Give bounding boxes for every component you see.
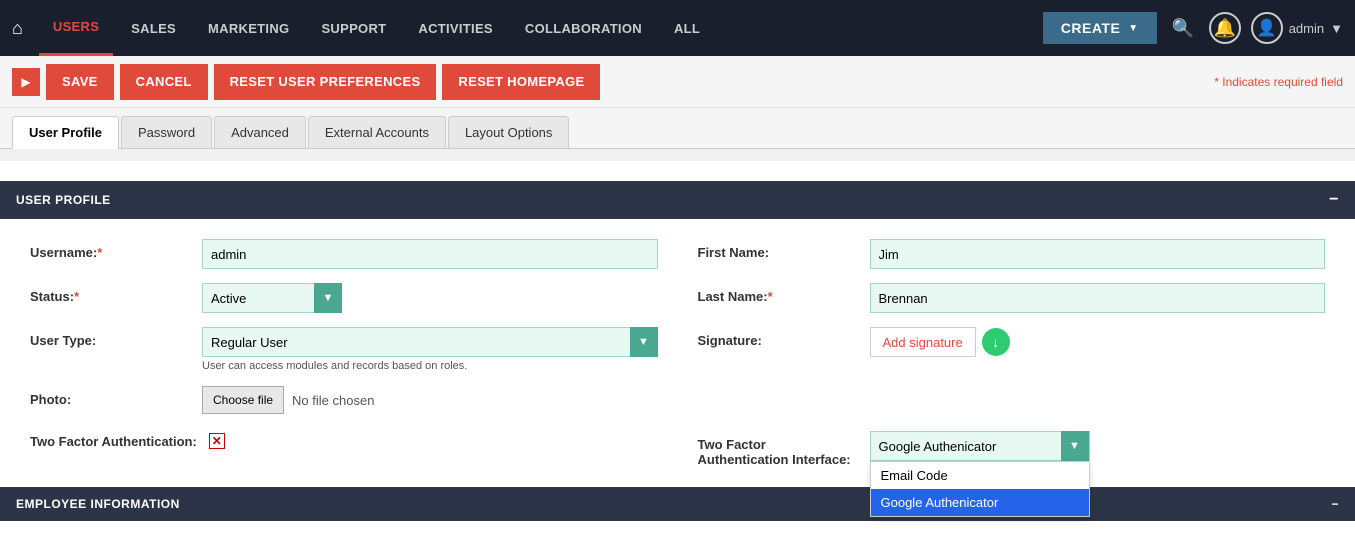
form-right-column: First Name: Last Name:* Signat bbox=[698, 239, 1326, 467]
first-name-label: First Name: bbox=[698, 239, 858, 260]
create-label: CREATE bbox=[1061, 20, 1121, 36]
tfa-option-email-code[interactable]: Email Code bbox=[871, 462, 1089, 489]
first-name-row: First Name: bbox=[698, 239, 1326, 269]
top-navigation: ⌂ USERS SALES MARKETING SUPPORT ACTIVITI… bbox=[0, 0, 1355, 56]
last-name-input[interactable] bbox=[870, 283, 1326, 313]
tab-password[interactable]: Password bbox=[121, 116, 212, 148]
play-button[interactable]: ▶ bbox=[12, 68, 40, 96]
photo-row: Photo: Choose file No file chosen bbox=[30, 386, 658, 414]
nav-item-sales[interactable]: SALES bbox=[117, 0, 190, 56]
choose-file-button[interactable]: Choose file bbox=[202, 386, 284, 414]
nav-item-all[interactable]: ALL bbox=[660, 0, 714, 56]
user-type-help-text: User can access modules and records base… bbox=[202, 360, 658, 372]
tfa-dropdown-list: Email Code Google Authenicator bbox=[870, 461, 1090, 517]
tab-advanced[interactable]: Advanced bbox=[214, 116, 306, 148]
reset-user-preferences-button[interactable]: RESET USER PREFERENCES bbox=[214, 64, 437, 100]
tfa-selected-value: Google Authenicator bbox=[879, 439, 997, 454]
action-bar: ▶ SAVE CANCEL RESET USER PREFERENCES RES… bbox=[0, 56, 1355, 108]
employee-info-section-title: EMPLOYEE INFORMATION bbox=[16, 497, 180, 511]
download-icon[interactable]: ↓ bbox=[982, 328, 1010, 356]
tab-layout-options[interactable]: Layout Options bbox=[448, 116, 569, 148]
signature-control: Add signature ↓ bbox=[870, 327, 1326, 357]
tfa-select-arrow-icon: ▼ bbox=[1061, 431, 1089, 461]
username-row: Username:* bbox=[30, 239, 658, 269]
first-name-input[interactable] bbox=[870, 239, 1326, 269]
user-profile-section-header: USER PROFILE − bbox=[0, 181, 1355, 219]
user-profile-form: Username:* Status:* Active bbox=[0, 219, 1355, 487]
tfa-interface-row: Two Factor Authentication Interface: Goo… bbox=[698, 431, 1326, 467]
two-factor-auth-row: Two Factor Authentication: ✕ bbox=[30, 428, 658, 449]
required-star: * bbox=[1214, 75, 1219, 89]
required-note-text: Indicates required field bbox=[1222, 75, 1343, 89]
nav-right: CREATE ▼ 🔍 🔔 👤 admin ▼ bbox=[1043, 12, 1343, 44]
last-name-row: Last Name:* bbox=[698, 283, 1326, 313]
play-icon: ▶ bbox=[21, 75, 30, 89]
two-factor-auth-checkbox[interactable]: ✕ bbox=[209, 433, 225, 449]
last-name-label: Last Name:* bbox=[698, 283, 858, 304]
user-type-select-wrap: Regular User Administrator Portal ▼ bbox=[202, 327, 658, 357]
tab-external-accounts[interactable]: External Accounts bbox=[308, 116, 446, 148]
nav-item-marketing[interactable]: MARKETING bbox=[194, 0, 303, 56]
nav-item-support[interactable]: SUPPORT bbox=[307, 0, 400, 56]
create-button[interactable]: CREATE ▼ bbox=[1043, 12, 1157, 44]
create-arrow-icon: ▼ bbox=[1128, 23, 1138, 34]
photo-control: Choose file No file chosen bbox=[202, 386, 658, 414]
employee-info-collapse-icon[interactable]: − bbox=[1331, 497, 1339, 511]
two-factor-auth-label: Two Factor Authentication: bbox=[30, 428, 197, 449]
tabs-bar: User Profile Password Advanced External … bbox=[0, 108, 1355, 149]
form-left-column: Username:* Status:* Active bbox=[30, 239, 658, 467]
status-select-wrap: Active Inactive ▼ bbox=[202, 283, 342, 313]
tfa-option-google-auth[interactable]: Google Authenicator bbox=[871, 489, 1089, 516]
first-name-control bbox=[870, 239, 1326, 269]
notification-icon[interactable]: 🔔 bbox=[1209, 12, 1241, 44]
user-type-label: User Type: bbox=[30, 327, 190, 348]
last-name-control bbox=[870, 283, 1326, 313]
tfa-select-header[interactable]: Google Authenicator ▼ bbox=[870, 431, 1090, 461]
search-icon[interactable]: 🔍 bbox=[1167, 12, 1199, 44]
cancel-button[interactable]: CANCEL bbox=[120, 64, 208, 100]
checkbox-x-icon: ✕ bbox=[212, 434, 222, 448]
tab-user-profile[interactable]: User Profile bbox=[12, 116, 119, 149]
save-button[interactable]: SAVE bbox=[46, 64, 114, 100]
nav-item-users[interactable]: USERS bbox=[39, 0, 113, 56]
status-select[interactable]: Active Inactive bbox=[202, 283, 342, 313]
required-note: * Indicates required field bbox=[1214, 75, 1343, 89]
add-signature-button[interactable]: Add signature bbox=[870, 327, 976, 357]
username-label: Username:* bbox=[30, 239, 190, 260]
signature-label: Signature: bbox=[698, 327, 858, 348]
username-input[interactable] bbox=[202, 239, 658, 269]
user-profile-collapse-icon[interactable]: − bbox=[1329, 191, 1339, 209]
reset-homepage-button[interactable]: RESET HOMEPAGE bbox=[442, 64, 600, 100]
admin-avatar: 👤 bbox=[1251, 12, 1283, 44]
status-control: Active Inactive ▼ bbox=[202, 283, 658, 313]
admin-menu[interactable]: 👤 admin ▼ bbox=[1251, 12, 1343, 44]
signature-row: Signature: Add signature ↓ bbox=[698, 327, 1326, 357]
status-row: Status:* Active Inactive ▼ bbox=[30, 283, 658, 313]
tfa-interface-label: Two Factor Authentication Interface: bbox=[698, 431, 858, 467]
photo-label: Photo: bbox=[30, 386, 190, 407]
nav-item-collaboration[interactable]: COLLABORATION bbox=[511, 0, 656, 56]
status-label: Status:* bbox=[30, 283, 190, 304]
user-profile-section-title: USER PROFILE bbox=[16, 193, 111, 207]
content-area: USER PROFILE − Username:* Stat bbox=[0, 149, 1355, 541]
admin-label: admin bbox=[1289, 21, 1324, 36]
nav-item-activities[interactable]: ACTIVITIES bbox=[404, 0, 507, 56]
tfa-dropdown-wrap: Google Authenicator ▼ Email Code Google … bbox=[870, 431, 1090, 461]
user-type-row: User Type: Regular User Administrator Po… bbox=[30, 327, 658, 372]
user-type-control: Regular User Administrator Portal ▼ User… bbox=[202, 327, 658, 372]
username-control bbox=[202, 239, 658, 269]
no-file-text: No file chosen bbox=[292, 393, 374, 408]
admin-arrow-icon: ▼ bbox=[1330, 21, 1343, 36]
user-type-select[interactable]: Regular User Administrator Portal bbox=[202, 327, 658, 357]
employee-info-section-header: EMPLOYEE INFORMATION − bbox=[0, 487, 1355, 521]
nav-items: USERS SALES MARKETING SUPPORT ACTIVITIES… bbox=[39, 0, 1043, 56]
form-grid: Username:* Status:* Active bbox=[30, 239, 1325, 467]
tfa-interface-control: Google Authenicator ▼ Email Code Google … bbox=[870, 431, 1326, 461]
home-icon[interactable]: ⌂ bbox=[12, 18, 23, 39]
two-factor-auth-control: ✕ bbox=[209, 428, 658, 449]
